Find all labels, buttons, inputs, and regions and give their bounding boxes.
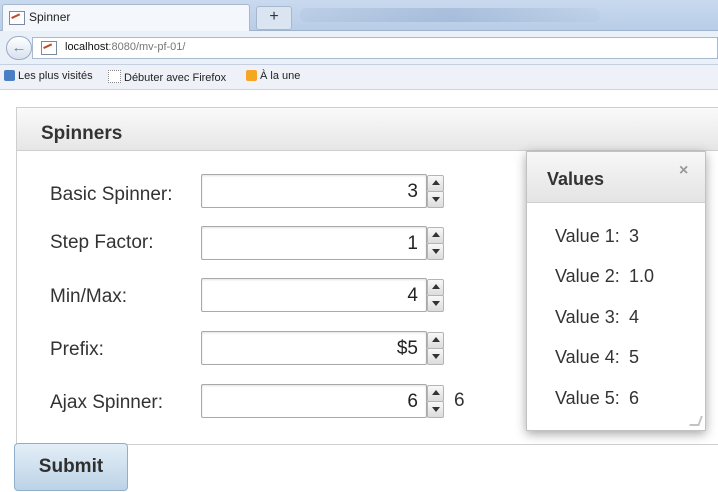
back-button[interactable]: ← [6,36,32,60]
url-text: localhost:8080/mv-pf-01/ [65,41,185,53]
ajax-spinner: 6 6 [201,384,465,418]
browser-tab[interactable]: Spinner [2,4,250,31]
basic-spinner-label: Basic Spinner: [50,184,173,205]
spinner-value: 6 [407,391,418,412]
spinner-value: 3 [407,181,418,202]
decrement-arrow-icon[interactable] [427,243,444,260]
close-icon[interactable]: × [679,162,688,180]
rss-feed-icon [246,70,257,81]
panel-title: Spinners [41,123,123,144]
bookmark-headlines[interactable]: À la une [246,70,300,82]
value-row: Value 3: 4 [555,307,639,328]
value-row: Value 4: 5 [555,347,639,368]
spinner-value: 1 [407,233,418,254]
ajax-output-value: 6 [454,390,465,411]
tab-title: Spinner [29,10,71,24]
bookmark-most-visited[interactable]: Les plus visités [4,70,93,82]
basic-spinner-input[interactable]: 3 [201,174,427,208]
decrement-arrow-icon[interactable] [427,401,444,418]
spinner-buttons [427,331,444,365]
spinner-buttons [427,384,444,418]
dialog-header[interactable]: Values × [527,152,705,203]
value-label: Value 2: [555,266,620,286]
url-path: :8080/mv-pf-01/ [108,41,186,53]
address-bar[interactable]: localhost:8080/mv-pf-01/ [32,37,718,59]
bookmark-page-icon [108,70,121,83]
spinner-value: 4 [407,285,418,306]
value-row: Value 5: 6 [555,388,639,409]
site-favicon-icon [41,41,57,55]
back-arrow-icon: ← [11,39,27,56]
spinner-buttons [427,174,444,208]
min-max-label: Min/Max: [50,286,128,307]
bookmark-label: À la une [260,70,301,82]
value-label: Value 4: [555,347,620,367]
prefix-label: Prefix: [50,339,104,360]
spinner-buttons [427,278,444,312]
new-tab-button[interactable]: + [256,6,292,30]
bookmark-label: Les plus visités [18,70,93,82]
submit-button[interactable]: Submit [14,443,128,491]
decrement-arrow-icon[interactable] [427,191,444,208]
value-label: Value 5: [555,388,620,408]
resize-grip-icon[interactable] [689,416,703,426]
panel-header: Spinners [17,108,718,151]
bookmarks-toolbar: Les plus visités Débuter avec Firefox À … [0,65,718,90]
value-text: 5 [629,347,640,367]
increment-arrow-icon[interactable] [427,175,444,192]
increment-arrow-icon[interactable] [427,332,444,349]
value-row: Value 1: 3 [555,226,639,247]
spinner-value: $5 [396,338,418,359]
ajax-spinner-input[interactable]: 6 [201,384,427,418]
min-max-spinner: 4 [201,278,453,312]
value-label: Value 3: [555,307,620,327]
step-factor-label: Step Factor: [50,232,154,253]
min-max-input[interactable]: 4 [201,278,427,312]
spinner-buttons [427,226,444,260]
value-text: 3 [629,226,640,246]
bookmark-getting-started[interactable]: Débuter avec Firefox [108,70,226,84]
value-row: Value 2: 1.0 [555,266,654,287]
increment-arrow-icon[interactable] [427,279,444,296]
step-factor-input[interactable]: 1 [201,226,427,260]
values-dialog: Values × Value 1: 3 Value 2: 1.0 Value 3: 4… [526,151,706,431]
basic-spinner: 3 [201,174,453,208]
value-text: 4 [629,307,640,327]
increment-arrow-icon[interactable] [427,385,444,402]
page-favicon-icon [9,11,25,25]
decrement-arrow-icon[interactable] [427,348,444,365]
bookmark-label: Débuter avec Firefox [124,72,227,84]
most-visited-icon [4,70,15,81]
value-text: 6 [629,388,640,408]
prefix-input[interactable]: $5 [201,331,427,365]
browser-tab-bar: Spinner + [0,0,718,31]
value-text: 1.0 [629,266,655,286]
ajax-spinner-label: Ajax Spinner: [50,392,164,413]
navigation-bar: ← localhost:8080/mv-pf-01/ [0,31,718,65]
step-factor-spinner: 1 [201,226,453,260]
dialog-title: Values [547,169,605,189]
increment-arrow-icon[interactable] [427,227,444,244]
value-label: Value 1: [555,226,620,246]
decrement-arrow-icon[interactable] [427,295,444,312]
prefix-spinner: $5 [201,331,453,365]
url-host: localhost [65,41,109,53]
toolbar-background-decoration [300,8,600,22]
